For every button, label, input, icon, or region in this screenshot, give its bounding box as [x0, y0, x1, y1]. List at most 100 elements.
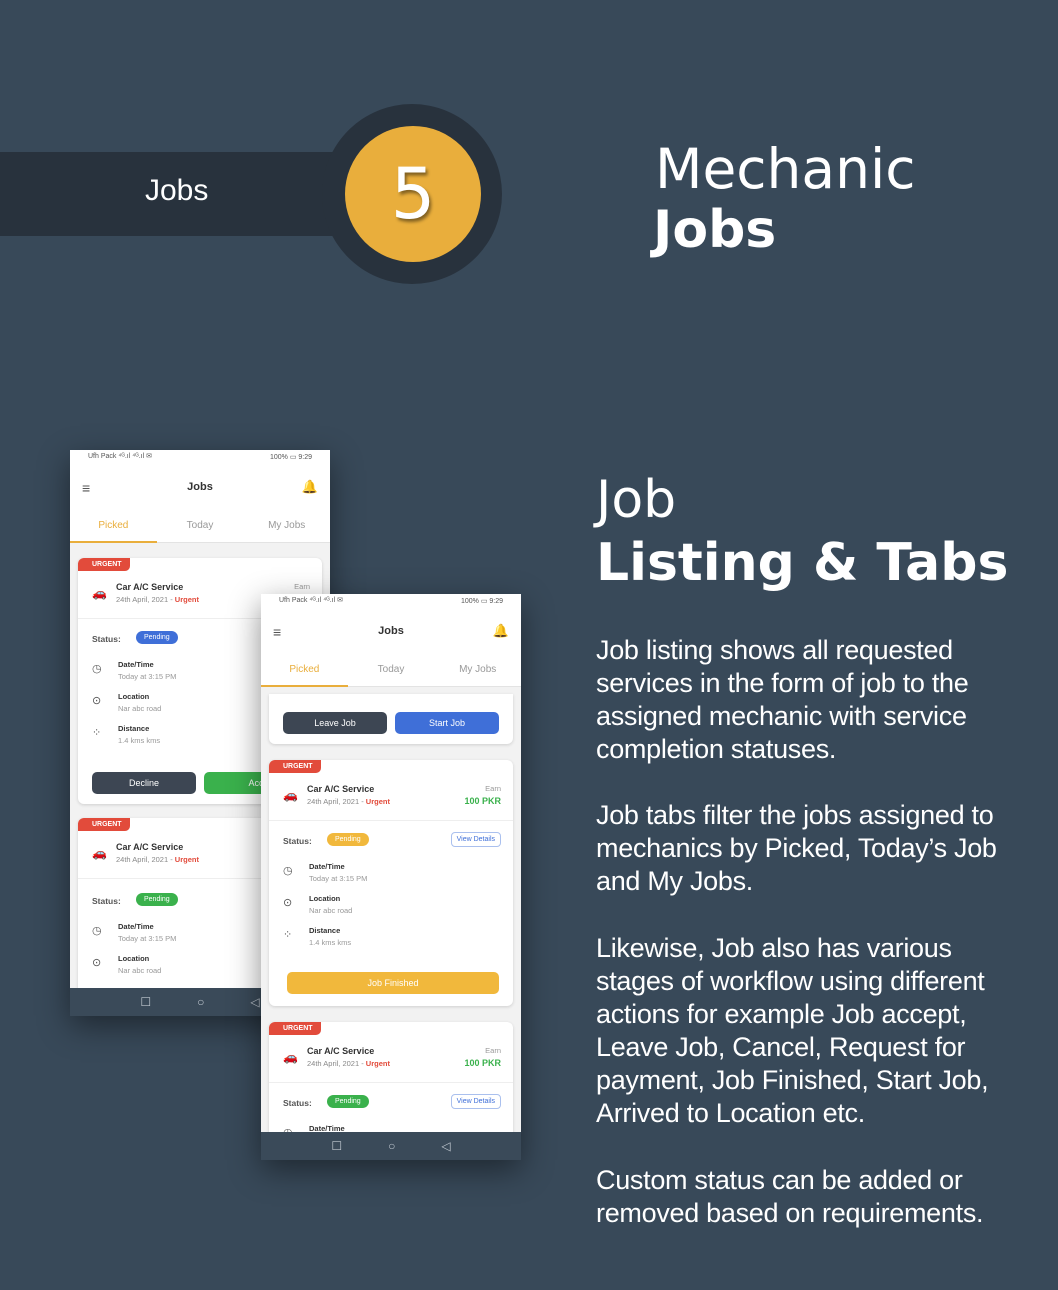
phone-screenshot-front: Ufh Pack ⁴ᴳ.ıl ⁴ᴳ.ıl ✉ 100% ▭ 9:29 ≡ Job…	[261, 594, 521, 1160]
section-title-line2: Listing & Tabs	[596, 533, 1009, 593]
status-pending-badge: Pending	[327, 833, 369, 846]
section-title-line1: Job	[596, 470, 677, 530]
header-line1: Mechanic	[655, 137, 916, 201]
status-pending-badge: Pending	[136, 893, 178, 906]
status-left: Ufh Pack ⁴ᴳ.ıl ⁴ᴳ.ıl ✉	[279, 597, 343, 604]
location-value: Nar abc road	[118, 704, 162, 713]
service-date: 24th April, 2021 - Urgent	[116, 595, 199, 604]
datetime-label: Date/Time	[118, 660, 154, 669]
bell-icon[interactable]: 🔔	[302, 479, 318, 495]
app-title: Jobs	[378, 625, 404, 637]
location-label: Location	[309, 894, 341, 903]
status-label: Status:	[92, 634, 121, 644]
status-pending-badge: Pending	[136, 631, 178, 644]
view-details-button[interactable]: View Details	[450, 832, 501, 847]
step-number-badge: 5	[345, 126, 481, 262]
earn-label: Earn	[294, 582, 310, 591]
status-bar: Ufh Pack ⁴ᴳ.ıl ⁴ᴳ.ıl ✉ 100% ▭ 9:29	[70, 450, 330, 466]
service-date: 24th April, 2021 - Urgent	[116, 855, 199, 864]
recent-apps-icon[interactable]: ☐	[331, 1139, 342, 1153]
datetime-value: Today at 3:15 PM	[118, 672, 177, 681]
service-name: Car A/C Service	[307, 784, 375, 794]
home-icon[interactable]: ○	[388, 1139, 395, 1153]
location-label: Location	[118, 692, 150, 701]
android-nav-bar: ☐ ○ ◁	[261, 1132, 521, 1160]
distance-label: Distance	[309, 926, 341, 935]
location-pin-icon: ⊙	[92, 957, 102, 969]
status-label: Status:	[283, 836, 312, 846]
job-tabs: Picked Today My Jobs	[261, 654, 521, 687]
car-icon: 🚗	[92, 586, 107, 600]
tab-picked[interactable]: Picked	[70, 510, 157, 543]
datetime-value: Today at 3:15 PM	[118, 934, 177, 943]
location-label: Location	[118, 954, 150, 963]
earn-value: 100 PKR	[464, 1058, 501, 1068]
job-actions-card: Leave Job Start Job	[269, 694, 513, 744]
app-bar: ≡ Jobs 🔔	[70, 466, 330, 510]
urgent-badge: URGENT	[269, 760, 321, 773]
distance-icon: ⁘	[92, 727, 102, 739]
header-line2: Jobs	[653, 200, 777, 260]
distance-value: 1.4 kms kms	[118, 736, 161, 745]
back-icon[interactable]: ◁	[250, 995, 259, 1009]
service-date: 24th April, 2021 - Urgent	[307, 1059, 390, 1068]
datetime-label: Date/Time	[118, 922, 154, 931]
start-job-button[interactable]: Start Job	[395, 712, 499, 734]
service-name: Car A/C Service	[116, 582, 184, 592]
recent-apps-icon[interactable]: ☐	[140, 995, 151, 1009]
car-icon: 🚗	[283, 1050, 298, 1064]
clock-icon: ◷	[283, 865, 293, 877]
app-bar: ≡ Jobs 🔔	[261, 610, 521, 654]
status-right: 100% ▭ 9:29	[269, 454, 312, 461]
job-tabs: Picked Today My Jobs	[70, 510, 330, 543]
paragraph-custom-status: Custom status can be added or removed ba…	[596, 1165, 984, 1228]
status-right: 100% ▭ 9:29	[460, 598, 503, 605]
banner-label: Jobs	[145, 174, 209, 207]
status-label: Status:	[92, 896, 121, 906]
tab-today[interactable]: Today	[348, 654, 435, 686]
status-label: Status:	[283, 1098, 312, 1108]
location-value: Nar abc road	[309, 906, 353, 915]
paragraph-tabs: Job tabs filter the jobs assigned to mec…	[596, 800, 997, 896]
urgent-badge: URGENT	[78, 558, 130, 571]
car-icon: 🚗	[92, 846, 107, 860]
service-name: Car A/C Service	[307, 1046, 375, 1056]
service-row: 🚗 Car A/C Service 24th April, 2021 - Urg…	[269, 776, 513, 821]
view-details-button[interactable]: View Details	[450, 1094, 501, 1109]
datetime-label: Date/Time	[309, 862, 345, 871]
app-title: Jobs	[187, 481, 213, 493]
status-left: Ufh Pack ⁴ᴳ.ıl ⁴ᴳ.ıl ✉	[88, 453, 152, 460]
car-icon: 🚗	[283, 788, 298, 802]
urgent-badge: URGENT	[78, 818, 130, 831]
distance-value: 1.4 kms kms	[309, 938, 352, 947]
tab-picked[interactable]: Picked	[261, 654, 348, 687]
tab-my-jobs[interactable]: My Jobs	[243, 510, 330, 542]
tab-my-jobs[interactable]: My Jobs	[434, 654, 521, 686]
datetime-value: Today at 3:15 PM	[309, 874, 368, 883]
distance-icon: ⁘	[283, 929, 293, 941]
leave-job-button[interactable]: Leave Job	[283, 712, 387, 734]
bell-icon[interactable]: 🔔	[493, 623, 509, 639]
service-name: Car A/C Service	[116, 842, 184, 852]
paragraph-listing: Job listing shows all requested services…	[596, 635, 969, 764]
urgent-badge: URGENT	[269, 1022, 321, 1035]
earn-label: Earn	[485, 784, 501, 793]
job-card[interactable]: URGENT 🚗 Car A/C Service 24th April, 202…	[269, 760, 513, 1006]
clock-icon: ◷	[92, 925, 102, 937]
status-pending-badge: Pending	[327, 1095, 369, 1108]
location-value: Nar abc road	[118, 966, 162, 975]
earn-value: 100 PKR	[464, 796, 501, 806]
service-date: 24th April, 2021 - Urgent	[307, 797, 390, 806]
tab-today[interactable]: Today	[157, 510, 244, 542]
job-finished-button[interactable]: Job Finished	[287, 972, 499, 994]
back-icon[interactable]: ◁	[441, 1139, 450, 1153]
status-bar: Ufh Pack ⁴ᴳ.ıl ⁴ᴳ.ıl ✉ 100% ▭ 9:29	[261, 594, 521, 610]
distance-label: Distance	[118, 724, 150, 733]
paragraph-workflow: Likewise, Job also has various stages of…	[596, 933, 989, 1128]
clock-icon: ◷	[92, 663, 102, 675]
decline-button[interactable]: Decline	[92, 772, 196, 794]
home-icon[interactable]: ○	[197, 995, 204, 1009]
location-pin-icon: ⊙	[283, 897, 293, 909]
location-pin-icon: ⊙	[92, 695, 102, 707]
earn-label: Earn	[485, 1046, 501, 1055]
